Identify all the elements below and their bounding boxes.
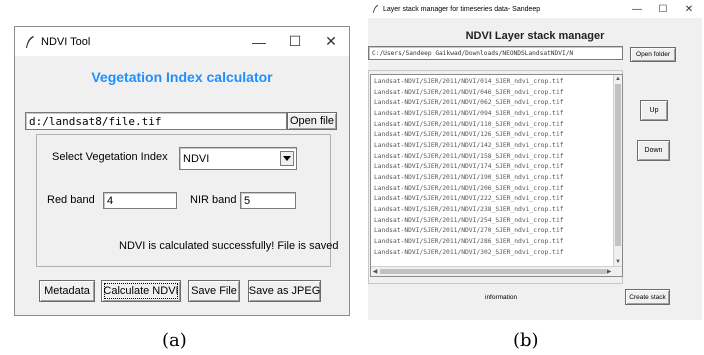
chevron-down-icon[interactable]	[280, 151, 294, 166]
file-list[interactable]: Landsat-NDVI/SJER/2011/NDVI/014_SJER_ndv…	[370, 74, 623, 277]
create-stack-button[interactable]: Create stack	[625, 289, 670, 305]
caption-b: (b)	[513, 330, 539, 351]
list-item[interactable]: Landsat-NDVI/SJER/2011/NDVI/142_SJER_ndv…	[371, 141, 613, 152]
list-item[interactable]: Landsat-NDVI/SJER/2011/NDVI/270_SJER_ndv…	[371, 226, 613, 237]
scroll-thumb[interactable]	[615, 84, 621, 246]
window-title: NDVI Tool	[41, 35, 91, 48]
select-index-label: Select Vegetation Index	[52, 151, 168, 163]
red-band-label: Red band	[47, 194, 95, 206]
parameters-panel: Select Vegetation Index NDVI Red band 4 …	[36, 134, 338, 267]
list-item[interactable]: Landsat-NDVI/SJER/2011/NDVI/046_SJER_ndv…	[371, 88, 613, 99]
nir-band-label: NIR band	[190, 194, 237, 206]
close-icon[interactable]: ✕	[676, 4, 702, 15]
minimize-icon[interactable]: —	[624, 4, 650, 15]
status-message: NDVI is calculated successfully! File is…	[119, 240, 339, 252]
file-list-rows: Landsat-NDVI/SJER/2011/NDVI/014_SJER_ndv…	[371, 77, 613, 258]
maximize-icon[interactable]: ☐	[277, 33, 313, 50]
open-folder-button[interactable]: Open folder	[630, 47, 676, 62]
page-title: NDVI Layer stack manager	[465, 30, 605, 42]
scroll-down-icon[interactable]: ▼	[614, 258, 622, 266]
window-body: NDVI Layer stack manager C:/Users/Sandee…	[368, 18, 702, 320]
feather-icon	[26, 35, 34, 48]
list-item[interactable]: Landsat-NDVI/SJER/2011/NDVI/174_SJER_ndv…	[371, 162, 613, 173]
window-title: Layer stack manager for timeseries data-…	[383, 5, 541, 13]
list-item[interactable]: Landsat-NDVI/SJER/2011/NDVI/206_SJER_ndv…	[371, 184, 613, 195]
scroll-left-icon[interactable]: ◀	[371, 267, 379, 276]
scroll-up-icon[interactable]: ▲	[614, 75, 622, 83]
information-label: information	[485, 294, 518, 301]
scroll-right-icon[interactable]: ▶	[605, 267, 613, 276]
nir-band-input[interactable]: 5	[240, 192, 296, 209]
save-file-button[interactable]: Save File	[188, 280, 240, 302]
close-icon[interactable]: ✕	[313, 33, 349, 50]
feather-icon	[373, 5, 379, 13]
title-bar[interactable]: Layer stack manager for timeseries data-…	[368, 0, 702, 18]
move-down-button[interactable]: Down	[637, 140, 670, 161]
maximize-icon[interactable]: ☐	[650, 4, 676, 15]
metadata-button[interactable]: Metadata	[39, 280, 95, 302]
list-item[interactable]: Landsat-NDVI/SJER/2011/NDVI/158_SJER_ndv…	[371, 152, 613, 163]
save-as-jpeg-button[interactable]: Save as JPEG	[248, 280, 321, 302]
list-item[interactable]: Landsat-NDVI/SJER/2011/NDVI/190_SJER_ndv…	[371, 173, 613, 184]
list-item[interactable]: Landsat-NDVI/SJER/2011/NDVI/222_SJER_ndv…	[371, 194, 613, 205]
list-item[interactable]: Landsat-NDVI/SJER/2011/NDVI/014_SJER_ndv…	[371, 77, 613, 88]
list-item[interactable]: Landsat-NDVI/SJER/2011/NDVI/254_SJER_ndv…	[371, 216, 613, 227]
layer-stack-manager-window: Layer stack manager for timeseries data-…	[368, 0, 702, 320]
caption-a: (a)	[162, 330, 187, 351]
folder-path-input[interactable]: C:/Users/Sandeep Gaikwad/Downloads/NEOND…	[368, 46, 623, 60]
index-select[interactable]: NDVI	[179, 147, 297, 170]
minimize-icon[interactable]: —	[241, 34, 277, 50]
list-item[interactable]: Landsat-NDVI/SJER/2011/NDVI/302_SJER_ndv…	[371, 248, 613, 259]
ndvi-tool-window: NDVI Tool — ☐ ✕ Vegetation Index calcula…	[14, 26, 350, 316]
calculate-ndvi-button[interactable]: Calculate NDVI	[101, 280, 181, 302]
horizontal-scrollbar[interactable]: ◀ ▶	[371, 266, 622, 276]
index-select-value: NDVI	[183, 152, 210, 165]
move-up-button[interactable]: Up	[640, 100, 668, 121]
file-path-input[interactable]: d:/landsat8/file.tif	[25, 112, 287, 130]
title-bar[interactable]: NDVI Tool — ☐ ✕	[15, 27, 349, 56]
list-item[interactable]: Landsat-NDVI/SJER/2011/NDVI/110_SJER_ndv…	[371, 120, 613, 131]
open-file-button[interactable]: Open file	[287, 112, 337, 130]
horizontal-scroll-thumb[interactable]	[380, 269, 606, 274]
list-item[interactable]: Landsat-NDVI/SJER/2011/NDVI/126_SJER_ndv…	[371, 130, 613, 141]
list-item[interactable]: Landsat-NDVI/SJER/2011/NDVI/094_SJER_ndv…	[371, 109, 613, 120]
red-band-input[interactable]: 4	[103, 192, 177, 209]
list-item[interactable]: Landsat-NDVI/SJER/2011/NDVI/286_SJER_ndv…	[371, 237, 613, 248]
window-body: Vegetation Index calculator d:/landsat8/…	[15, 56, 349, 315]
list-item[interactable]: Landsat-NDVI/SJER/2011/NDVI/238_SJER_ndv…	[371, 205, 613, 216]
list-item[interactable]: Landsat-NDVI/SJER/2011/NDVI/062_SJER_ndv…	[371, 98, 613, 109]
page-title: Vegetation Index calculator	[91, 69, 273, 85]
vertical-scrollbar[interactable]: ▲ ▼	[613, 75, 622, 266]
